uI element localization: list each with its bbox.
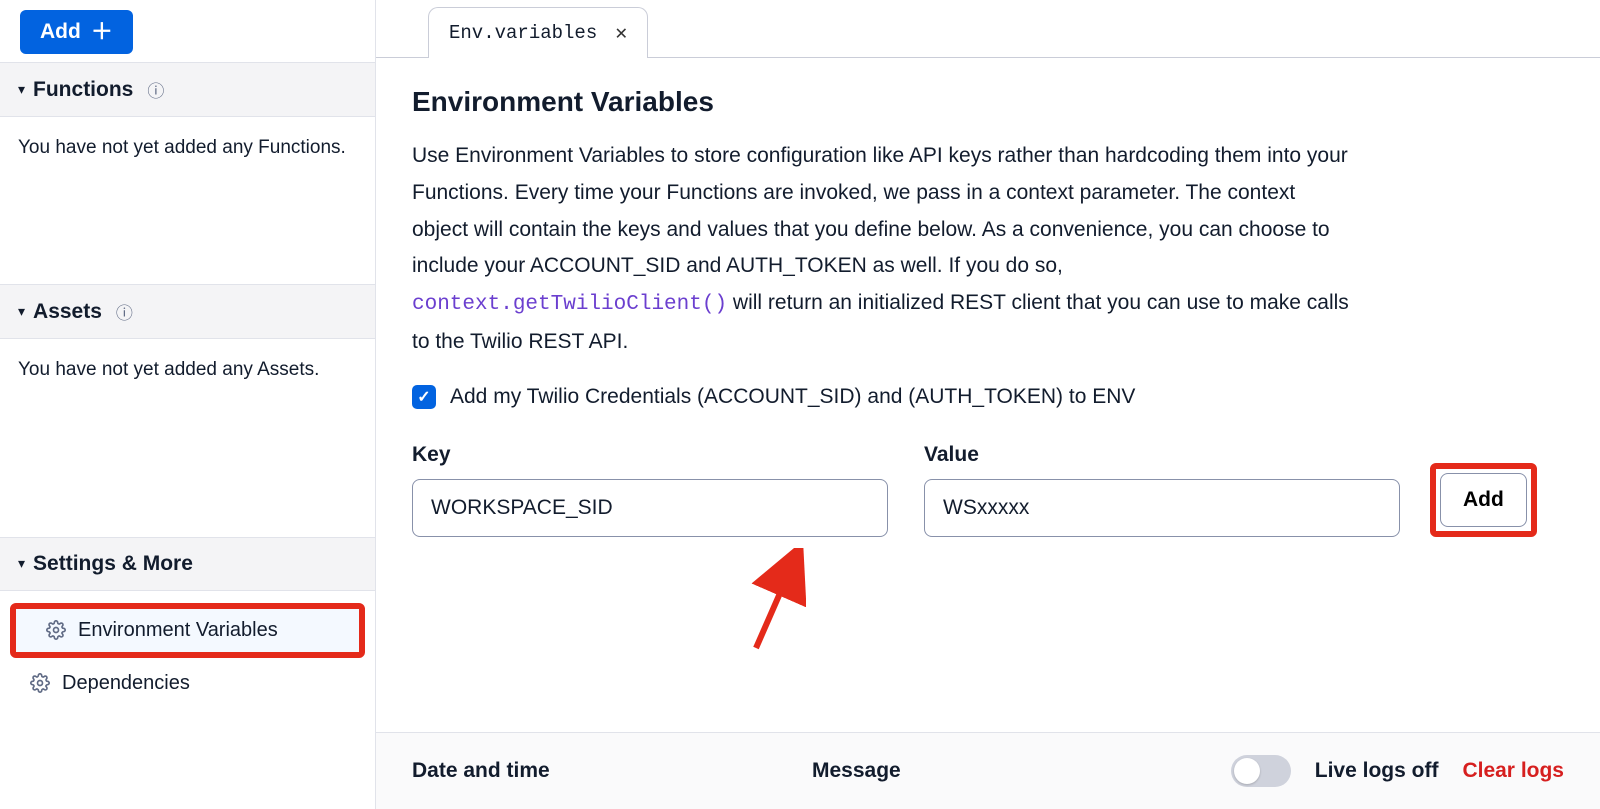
functions-title: Functions	[33, 78, 133, 102]
add-button[interactable]: Add ＋	[20, 10, 133, 54]
assets-title: Assets	[33, 300, 102, 324]
sidebar-item-environment-variables[interactable]: Environment Variables	[16, 609, 359, 652]
key-label: Key	[412, 443, 888, 467]
tab-bar: Env.variables ✕	[376, 0, 1600, 58]
logs-bar: Date and time Message Live logs off Clea…	[376, 732, 1600, 809]
functions-empty-text: You have not yet added any Functions.	[0, 117, 375, 179]
info-icon[interactable]: ⓘ	[116, 299, 133, 324]
tab-env-variables[interactable]: Env.variables ✕	[428, 7, 648, 58]
settings-section-header[interactable]: ▾ Settings & More	[0, 537, 375, 591]
live-logs-toggle[interactable]	[1231, 755, 1291, 787]
page-title: Environment Variables	[412, 86, 1564, 118]
logs-column-message: Message	[812, 759, 1231, 783]
code-snippet: context.getTwilioClient()	[412, 293, 727, 316]
info-icon[interactable]: ⓘ	[147, 77, 164, 102]
value-label: Value	[924, 443, 1400, 467]
toggle-knob	[1234, 758, 1260, 784]
tab-label: Env.variables	[449, 22, 597, 44]
sidebar-item-label: Environment Variables	[78, 619, 278, 642]
page-description: Use Environment Variables to store confi…	[412, 138, 1352, 361]
settings-title: Settings & More	[33, 552, 193, 576]
checkbox-label: Add my Twilio Credentials (ACCOUNT_SID) …	[450, 385, 1135, 409]
sidebar-item-dependencies[interactable]: Dependencies	[0, 662, 375, 705]
assets-empty-text: You have not yet added any Assets.	[0, 339, 375, 401]
plus-icon: ＋	[91, 21, 113, 43]
logs-column-date: Date and time	[412, 759, 812, 783]
sidebar: Add ＋ ▾ Functions ⓘ You have not yet add…	[0, 0, 376, 809]
chevron-down-icon: ▾	[18, 81, 25, 98]
annotation-highlight: Add	[1430, 463, 1537, 537]
add-variable-button[interactable]: Add	[1440, 473, 1527, 527]
chevron-down-icon: ▾	[18, 303, 25, 320]
close-icon[interactable]: ✕	[615, 20, 627, 46]
gear-icon	[46, 620, 66, 640]
add-credentials-checkbox-row[interactable]: ✓ Add my Twilio Credentials (ACCOUNT_SID…	[412, 385, 1564, 409]
assets-section-header[interactable]: ▾ Assets ⓘ	[0, 284, 375, 339]
annotation-highlight: Environment Variables	[10, 603, 365, 658]
functions-section-header[interactable]: ▾ Functions ⓘ	[0, 62, 375, 117]
key-input[interactable]	[412, 479, 888, 537]
chevron-down-icon: ▾	[18, 555, 25, 572]
main-area: Env.variables ✕ Environment Variables Us…	[376, 0, 1600, 809]
live-logs-label: Live logs off	[1315, 759, 1439, 783]
clear-logs-link[interactable]: Clear logs	[1462, 759, 1564, 783]
checkbox-checked-icon[interactable]: ✓	[412, 385, 436, 409]
gear-icon	[30, 673, 50, 693]
add-button-label: Add	[40, 20, 81, 44]
value-input[interactable]	[924, 479, 1400, 537]
sidebar-item-label: Dependencies	[62, 672, 190, 695]
